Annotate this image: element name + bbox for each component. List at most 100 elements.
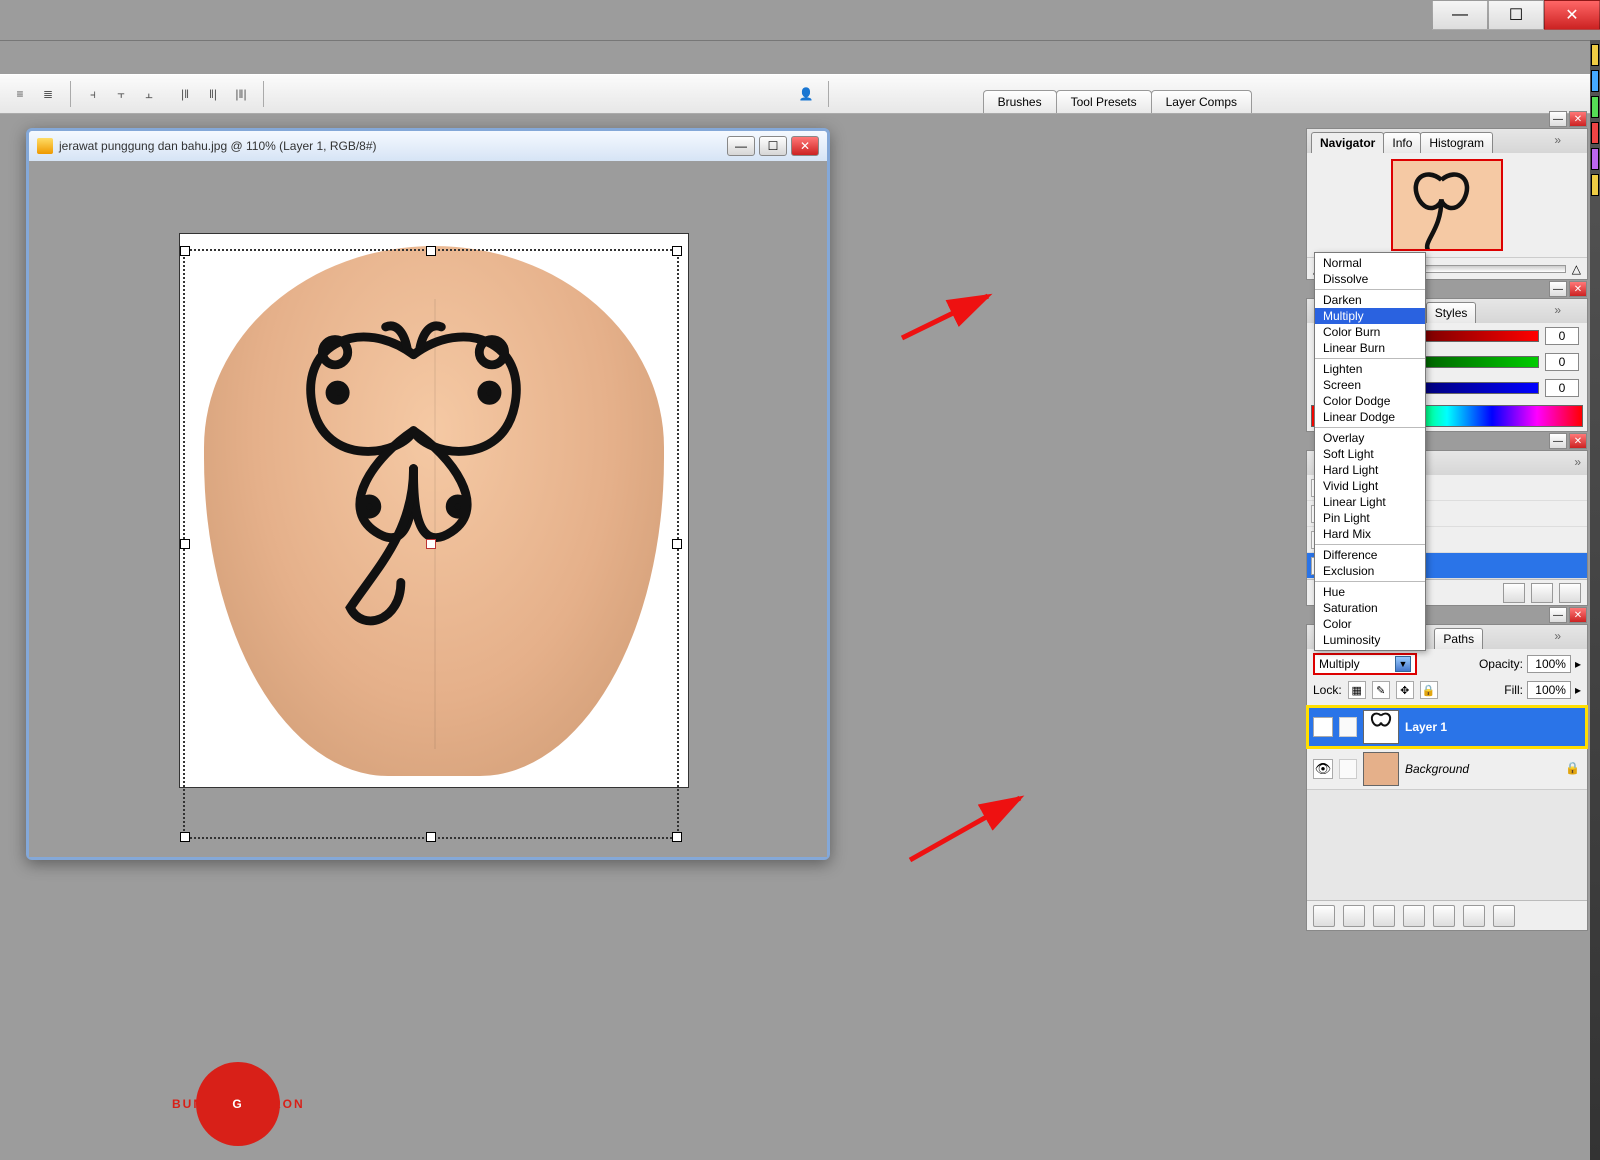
panel-minimize-button[interactable]: — xyxy=(1549,607,1567,623)
toggle-palettes-icon[interactable]: 👤 xyxy=(794,82,818,106)
transform-handle-mid-right[interactable] xyxy=(672,539,682,549)
green-value-field[interactable] xyxy=(1545,353,1579,371)
blend-mode-option[interactable]: Vivid Light xyxy=(1315,478,1425,494)
blend-mode-option[interactable]: Pin Light xyxy=(1315,510,1425,526)
fill-flyout-icon[interactable]: ▸ xyxy=(1575,683,1581,697)
distribute-h2-icon[interactable]: ‖| xyxy=(201,82,225,106)
layer-row[interactable]: 👁 Layer 1 xyxy=(1307,706,1587,748)
panel-minimize-button[interactable]: — xyxy=(1549,433,1567,449)
align-top-icon[interactable]: ⫞ xyxy=(81,82,105,106)
well-tab-brushes[interactable]: Brushes xyxy=(983,90,1057,113)
align-vmid-icon[interactable]: ⫟ xyxy=(109,82,133,106)
lock-pixels-button[interactable]: ✎ xyxy=(1372,681,1390,699)
blend-mode-option[interactable]: Hue xyxy=(1315,584,1425,600)
layer-name[interactable]: Background xyxy=(1405,762,1559,776)
panel-menu-icon[interactable]: » xyxy=(1554,133,1561,147)
navigator-thumbnail[interactable] xyxy=(1391,159,1503,251)
doc-minimize-button[interactable]: — xyxy=(727,136,755,156)
blend-mode-option[interactable]: Difference xyxy=(1315,547,1425,563)
panel-menu-icon[interactable]: » xyxy=(1554,629,1561,643)
tab-styles[interactable]: Styles xyxy=(1426,302,1477,323)
panel-minimize-button[interactable]: — xyxy=(1549,111,1567,127)
transform-handle-top-right[interactable] xyxy=(672,246,682,256)
blend-mode-option[interactable]: Color xyxy=(1315,616,1425,632)
blend-mode-option[interactable]: Overlay xyxy=(1315,430,1425,446)
blend-mode-option[interactable]: Luminosity xyxy=(1315,632,1425,648)
lock-all-button[interactable]: 🔒 xyxy=(1420,681,1438,699)
lock-transparency-button[interactable]: ▦ xyxy=(1348,681,1366,699)
tab-info[interactable]: Info xyxy=(1383,132,1421,153)
panel-menu-icon[interactable]: » xyxy=(1554,303,1561,317)
tab-navigator[interactable]: Navigator xyxy=(1311,132,1384,153)
link-indicator[interactable] xyxy=(1339,759,1357,779)
blend-mode-option[interactable]: Hard Mix xyxy=(1315,526,1425,542)
blend-mode-option[interactable]: Linear Dodge xyxy=(1315,409,1425,425)
adjustment-layer-button[interactable] xyxy=(1403,905,1425,927)
fill-field[interactable]: 100% xyxy=(1527,681,1571,699)
red-value-field[interactable] xyxy=(1545,327,1579,345)
blend-mode-option[interactable]: Multiply xyxy=(1315,308,1425,324)
visibility-toggle-icon[interactable]: 👁 xyxy=(1313,717,1333,737)
blend-mode-option[interactable]: Screen xyxy=(1315,377,1425,393)
blue-value-field[interactable] xyxy=(1545,379,1579,397)
layer-thumbnail[interactable] xyxy=(1363,752,1399,786)
transform-handle-bottom-right[interactable] xyxy=(672,832,682,842)
tab-paths[interactable]: Paths xyxy=(1434,628,1483,649)
blend-mode-option[interactable]: Normal xyxy=(1315,255,1425,271)
panel-menu-icon[interactable]: » xyxy=(1574,455,1581,469)
blend-mode-option[interactable]: Hard Light xyxy=(1315,462,1425,478)
layer-row[interactable]: 👁 Background 🔒 xyxy=(1307,748,1587,790)
blend-mode-option[interactable]: Dissolve xyxy=(1315,271,1425,287)
blend-mode-dropdown[interactable]: Multiply ▼ xyxy=(1313,653,1417,675)
distribute-h3-icon[interactable]: |‖| xyxy=(229,82,253,106)
blend-mode-menu[interactable]: NormalDissolveDarkenMultiplyColor BurnLi… xyxy=(1314,252,1426,651)
layer-name[interactable]: Layer 1 xyxy=(1405,720,1581,734)
panel-close-button[interactable]: ✕ xyxy=(1569,433,1587,449)
transform-handle-bottom-left[interactable] xyxy=(180,832,190,842)
layer-thumbnail[interactable] xyxy=(1363,710,1399,744)
os-close-button[interactable]: ✕ xyxy=(1544,0,1600,30)
well-tab-tool-presets[interactable]: Tool Presets xyxy=(1056,90,1152,113)
new-snapshot-button[interactable] xyxy=(1531,583,1553,603)
layer-mask-button[interactable] xyxy=(1373,905,1395,927)
blend-mode-option[interactable]: Darken xyxy=(1315,292,1425,308)
blend-mode-option[interactable]: Color Dodge xyxy=(1315,393,1425,409)
free-transform-bounding-box[interactable] xyxy=(183,249,679,839)
new-group-button[interactable] xyxy=(1433,905,1455,927)
blend-mode-option[interactable]: Linear Burn xyxy=(1315,340,1425,356)
well-tab-layer-comps[interactable]: Layer Comps xyxy=(1151,90,1252,113)
zoom-in-icon[interactable]: △ xyxy=(1572,262,1581,276)
link-indicator[interactable] xyxy=(1339,717,1357,737)
delete-state-button[interactable] xyxy=(1559,583,1581,603)
panel-minimize-button[interactable]: — xyxy=(1549,281,1567,297)
blend-mode-option[interactable]: Saturation xyxy=(1315,600,1425,616)
align-center-icon[interactable]: ≣ xyxy=(36,82,60,106)
visibility-toggle-icon[interactable]: 👁 xyxy=(1313,759,1333,779)
transform-handle-top-center[interactable] xyxy=(426,246,436,256)
blend-mode-option[interactable]: Exclusion xyxy=(1315,563,1425,579)
doc-close-button[interactable]: ✕ xyxy=(791,136,819,156)
blend-mode-option[interactable]: Linear Light xyxy=(1315,494,1425,510)
opacity-field[interactable]: 100% xyxy=(1527,655,1571,673)
lock-position-button[interactable]: ✥ xyxy=(1396,681,1414,699)
opacity-flyout-icon[interactable]: ▸ xyxy=(1575,657,1581,671)
doc-maximize-button[interactable]: ☐ xyxy=(759,136,787,156)
layer-style-button[interactable] xyxy=(1343,905,1365,927)
delete-layer-button[interactable] xyxy=(1493,905,1515,927)
transform-handle-bottom-center[interactable] xyxy=(426,832,436,842)
new-layer-button[interactable] xyxy=(1463,905,1485,927)
create-document-from-state-button[interactable] xyxy=(1503,583,1525,603)
transform-handle-mid-left[interactable] xyxy=(180,539,190,549)
panel-close-button[interactable]: ✕ xyxy=(1569,281,1587,297)
document-canvas[interactable] xyxy=(29,161,827,857)
transform-center-point[interactable] xyxy=(426,539,436,549)
document-titlebar[interactable]: jerawat punggung dan bahu.jpg @ 110% (La… xyxy=(29,131,827,161)
link-layers-button[interactable] xyxy=(1313,905,1335,927)
blend-mode-option[interactable]: Soft Light xyxy=(1315,446,1425,462)
align-bottom-icon[interactable]: ⫠ xyxy=(137,82,161,106)
os-minimize-button[interactable]: — xyxy=(1432,0,1488,30)
distribute-h1-icon[interactable]: |‖ xyxy=(173,82,197,106)
panel-close-button[interactable]: ✕ xyxy=(1569,111,1587,127)
tab-histogram[interactable]: Histogram xyxy=(1420,132,1493,153)
panel-close-button[interactable]: ✕ xyxy=(1569,607,1587,623)
